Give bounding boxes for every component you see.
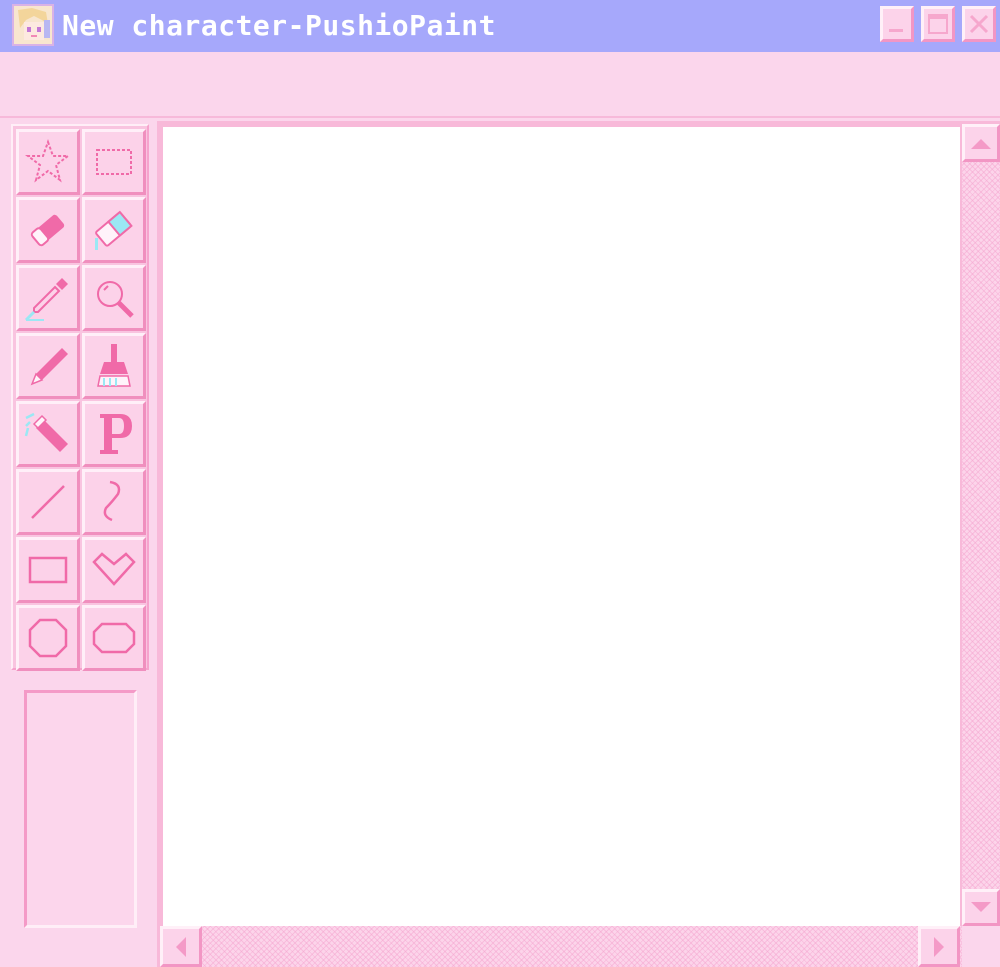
heart-tool[interactable] <box>82 537 146 603</box>
scroll-left-button[interactable] <box>160 926 202 967</box>
magnifier-tool[interactable] <box>82 265 146 331</box>
pencil-icon <box>30 348 68 386</box>
curve-tool[interactable] <box>82 469 146 535</box>
scroll-down-button[interactable] <box>962 889 1000 926</box>
line-icon <box>31 485 65 519</box>
rounded-octagon-tool[interactable] <box>82 605 146 671</box>
text-p-icon <box>100 414 132 454</box>
eyedropper-tool[interactable] <box>16 265 80 331</box>
brush-icon <box>97 344 131 387</box>
octagon-icon <box>28 618 68 658</box>
heart-icon <box>92 552 136 586</box>
scroll-right-button[interactable] <box>918 926 960 967</box>
star-select-icon <box>25 139 71 183</box>
arrow-up-icon <box>971 139 991 149</box>
rect-select-tool[interactable] <box>82 129 146 195</box>
eyedropper-icon <box>24 278 68 322</box>
menu-bar <box>0 52 1000 118</box>
curve-icon <box>103 480 121 522</box>
rectangle-tool[interactable] <box>16 537 80 603</box>
eraser-icon <box>30 214 65 247</box>
vertical-scrollbar[interactable] <box>962 124 1000 926</box>
maximize-icon <box>928 14 948 34</box>
close-button[interactable] <box>962 6 996 42</box>
octagon-tool[interactable] <box>16 605 80 671</box>
scrollbar-corner <box>962 926 1000 967</box>
minimize-icon <box>889 29 903 32</box>
horizontal-scrollbar[interactable] <box>160 926 962 967</box>
text-tool[interactable] <box>82 401 146 467</box>
scroll-up-button[interactable] <box>962 124 1000 162</box>
close-icon <box>969 14 989 34</box>
title-bar: New character-PushioPaint <box>0 0 1000 52</box>
rounded-octagon-icon <box>92 622 136 654</box>
tool-options-panel <box>24 690 137 928</box>
rectangle-icon <box>28 556 68 584</box>
airbrush-tool[interactable] <box>16 401 80 467</box>
arrow-down-icon <box>971 901 991 912</box>
pencil-tool[interactable] <box>16 333 80 399</box>
color-eraser-tool[interactable] <box>82 197 146 263</box>
star-select-tool[interactable] <box>16 129 80 195</box>
tool-box <box>11 124 149 671</box>
rect-select-icon <box>96 149 132 175</box>
app-icon <box>12 4 54 46</box>
magnifier-icon <box>97 281 134 318</box>
maximize-button[interactable] <box>921 6 955 42</box>
minimize-button[interactable] <box>880 6 914 42</box>
brush-tool[interactable] <box>82 333 146 399</box>
airbrush-icon <box>24 412 68 452</box>
color-eraser-icon <box>95 210 133 250</box>
eraser-tool[interactable] <box>16 197 80 263</box>
arrow-right-icon <box>934 936 944 957</box>
window-title: New character-PushioPaint <box>62 9 496 42</box>
arrow-left-icon <box>176 936 186 957</box>
drawing-canvas[interactable] <box>163 127 960 926</box>
line-tool[interactable] <box>16 469 80 535</box>
